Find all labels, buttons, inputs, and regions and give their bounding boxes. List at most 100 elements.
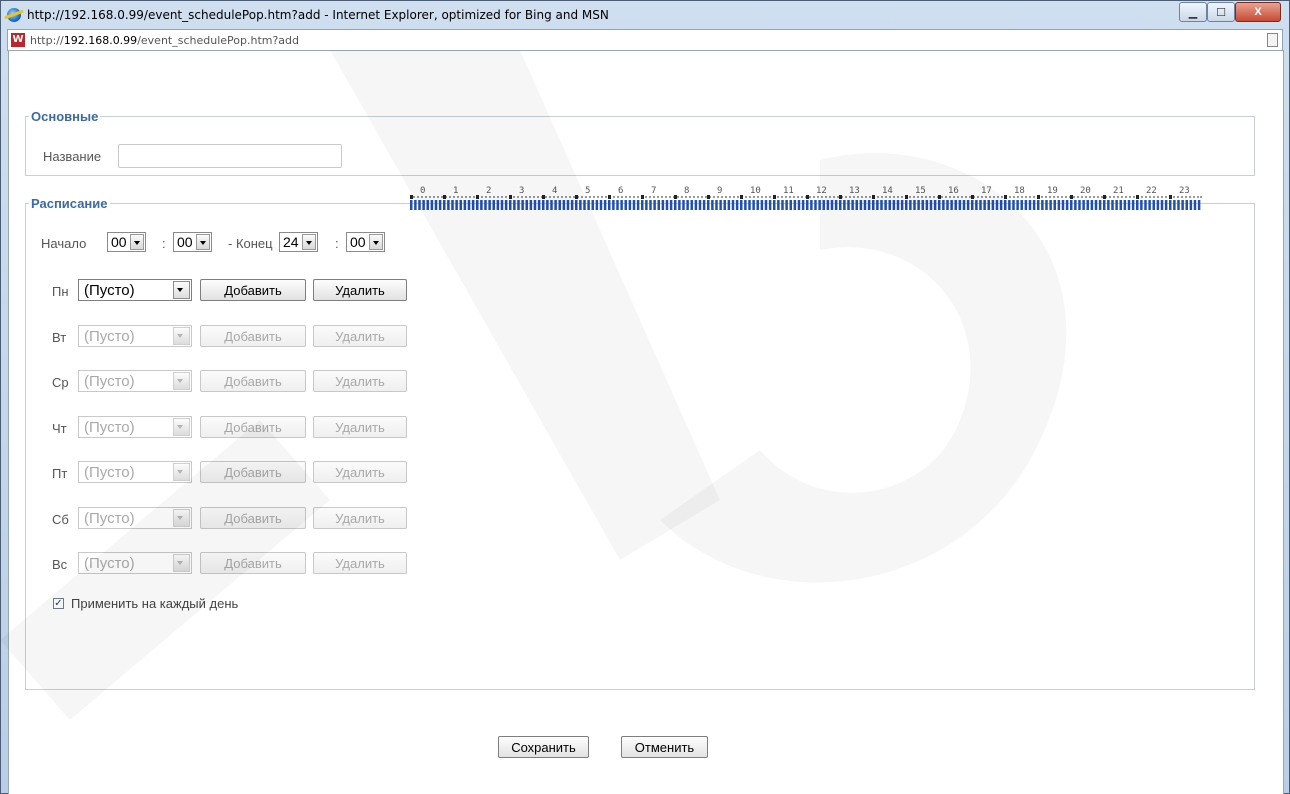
remove-period-button[interactable]: Удалить xyxy=(313,416,407,438)
save-button[interactable]: Сохранить xyxy=(498,736,589,758)
active-hour-segment xyxy=(636,200,640,210)
active-hour-segment xyxy=(418,200,421,210)
active-hour-segment xyxy=(583,200,586,210)
hour-label: 23 xyxy=(1179,186,1190,196)
active-hour-segment xyxy=(909,200,912,210)
active-hour-segment xyxy=(785,200,788,210)
active-hour-segment xyxy=(711,200,714,210)
active-hour-segment xyxy=(690,200,693,210)
close-button[interactable]: X xyxy=(1235,2,1281,22)
active-hour-segment xyxy=(591,200,594,210)
active-hour-segment xyxy=(983,200,986,210)
active-hour-segment xyxy=(426,200,429,210)
active-hour-segment xyxy=(773,200,776,210)
add-period-button[interactable]: Добавить xyxy=(200,552,306,574)
hour-mark xyxy=(839,195,842,199)
hour-mark xyxy=(971,195,974,199)
remove-period-button[interactable]: Удалить xyxy=(313,370,407,392)
maximize-button[interactable]: ☐ xyxy=(1207,2,1235,22)
active-hour-segment xyxy=(892,200,896,210)
active-hour-segment xyxy=(1074,200,1077,210)
hour-mark xyxy=(608,195,611,199)
day-period-select[interactable]: (Пусто) xyxy=(78,507,192,529)
active-hour-segment xyxy=(1173,200,1176,210)
minimize-button[interactable]: ▁ xyxy=(1179,2,1207,22)
name-input[interactable] xyxy=(118,144,342,168)
active-hour-segment xyxy=(801,200,805,210)
active-hour-segment xyxy=(1004,200,1007,210)
active-hour-segment xyxy=(884,200,887,210)
remove-period-button[interactable]: Удалить xyxy=(313,325,407,347)
time-colon: : xyxy=(162,236,166,251)
active-hour-segment xyxy=(768,200,772,210)
day-period-select[interactable]: (Пусто) xyxy=(78,370,192,392)
hour-mark xyxy=(509,195,512,199)
active-hour-segment xyxy=(434,200,438,210)
active-hour-segment xyxy=(616,200,619,210)
active-hour-segment xyxy=(950,200,953,210)
hour-label: 15 xyxy=(915,186,926,196)
window-controls: ▁ ☐ X xyxy=(1179,2,1281,22)
active-hour-segment xyxy=(867,200,871,210)
active-hour-segment xyxy=(410,200,413,210)
active-hour-segment xyxy=(678,200,681,210)
remove-period-button[interactable]: Удалить xyxy=(313,279,407,301)
end-hour-select[interactable]: 24 xyxy=(279,232,318,252)
active-hour-segment xyxy=(1049,200,1052,210)
address-bar[interactable]: W http://192.168.0.99/event_schedulePop.… xyxy=(7,29,1283,51)
add-period-button[interactable]: Добавить xyxy=(200,370,306,392)
active-hour-segment xyxy=(880,200,883,210)
active-hour-segment xyxy=(1119,200,1122,210)
start-hour-select[interactable]: 00 xyxy=(107,232,146,252)
day-period-select[interactable]: (Пусто) xyxy=(78,416,192,438)
add-period-button[interactable]: Добавить xyxy=(200,279,306,301)
hour-label: 3 xyxy=(519,186,525,196)
day-period-select[interactable]: (Пусто) xyxy=(78,552,192,574)
active-hour-segment xyxy=(966,200,970,210)
remove-period-button[interactable]: Удалить xyxy=(313,461,407,483)
remove-period-button[interactable]: Удалить xyxy=(313,552,407,574)
active-hour-segment xyxy=(707,200,710,210)
active-hour-segment xyxy=(962,200,966,210)
chevron-down-icon xyxy=(173,463,190,481)
active-hour-segment xyxy=(492,200,495,210)
add-period-button[interactable]: Добавить xyxy=(200,461,306,483)
active-hour-segment xyxy=(1156,200,1160,210)
active-hour-segment xyxy=(554,200,557,210)
day-period-select[interactable]: (Пусто) xyxy=(78,325,192,347)
hour-mark xyxy=(476,195,479,199)
name-label: Название xyxy=(43,149,102,164)
end-minute-select[interactable]: 00 xyxy=(346,232,385,252)
day-label: Вс xyxy=(52,557,68,572)
active-hour-segment xyxy=(715,200,718,210)
active-hour-segment xyxy=(463,200,467,210)
active-hour-segment xyxy=(686,200,689,210)
active-hour-segment xyxy=(991,200,995,210)
active-hour-segment xyxy=(1008,200,1011,210)
add-period-button[interactable]: Добавить xyxy=(200,416,306,438)
hour-label: 16 xyxy=(948,186,959,196)
apply-every-day-checkbox[interactable]: ✓ xyxy=(53,598,64,609)
start-minute-value: 00 xyxy=(177,234,193,250)
start-label: Начало xyxy=(41,236,87,251)
day-period-select[interactable]: (Пусто) xyxy=(78,461,192,483)
active-hour-segment xyxy=(900,200,904,210)
day-period-value: (Пусто) xyxy=(84,327,135,345)
page-icon[interactable] xyxy=(1267,33,1278,47)
active-hour-segment xyxy=(719,200,722,210)
start-minute-select[interactable]: 00 xyxy=(173,232,212,252)
day-period-select[interactable]: (Пусто) xyxy=(78,279,192,301)
hour-mark xyxy=(806,195,809,199)
active-hour-segment xyxy=(430,200,434,210)
hour-mark xyxy=(443,195,446,199)
remove-period-button[interactable]: Удалить xyxy=(313,507,407,529)
hour-mark xyxy=(575,195,578,199)
active-hour-segment xyxy=(595,200,599,210)
chevron-down-icon xyxy=(301,234,316,250)
add-period-button[interactable]: Добавить xyxy=(200,325,306,347)
active-hour-segment xyxy=(702,200,706,210)
active-hour-segment xyxy=(451,200,454,210)
active-hour-segment xyxy=(1024,200,1028,210)
cancel-button[interactable]: Отменить xyxy=(621,736,708,758)
add-period-button[interactable]: Добавить xyxy=(200,507,306,529)
